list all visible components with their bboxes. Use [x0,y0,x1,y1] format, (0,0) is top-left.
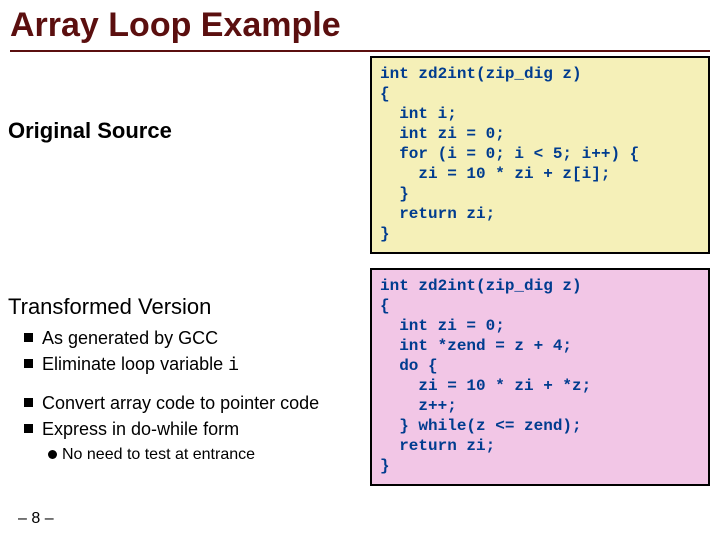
slide-title: Array Loop Example [10,6,341,45]
page-number: – 8 – [18,510,54,528]
bullet-list: As generated by GCC Eliminate loop varia… [8,326,363,379]
bullet-subitem: No need to test at entrance [8,445,363,466]
title-underline [10,50,710,52]
bullet-list: Convert array code to pointer code Expre… [8,391,363,466]
heading-transformed-version: Transformed Version [8,294,363,320]
bullet-item: Convert array code to pointer code [8,391,363,415]
code-original: int zd2int(zip_dig z) { int i; int zi = … [370,56,710,254]
left-column: Original Source Transformed Version As g… [8,60,363,466]
bullet-item: Eliminate loop variable i [8,352,363,378]
right-column: int zd2int(zip_dig z) { int i; int zi = … [370,56,710,486]
code-transformed: int zd2int(zip_dig z) { int zi = 0; int … [370,268,710,486]
inline-code: i [228,356,239,376]
bullet-item: Express in do-while form [8,417,363,441]
slide: Array Loop Example Original Source Trans… [0,0,720,540]
heading-original-source: Original Source [8,118,363,144]
bullet-text: Eliminate loop variable [42,354,228,374]
bullet-item: As generated by GCC [8,326,363,350]
spacer [8,379,363,389]
